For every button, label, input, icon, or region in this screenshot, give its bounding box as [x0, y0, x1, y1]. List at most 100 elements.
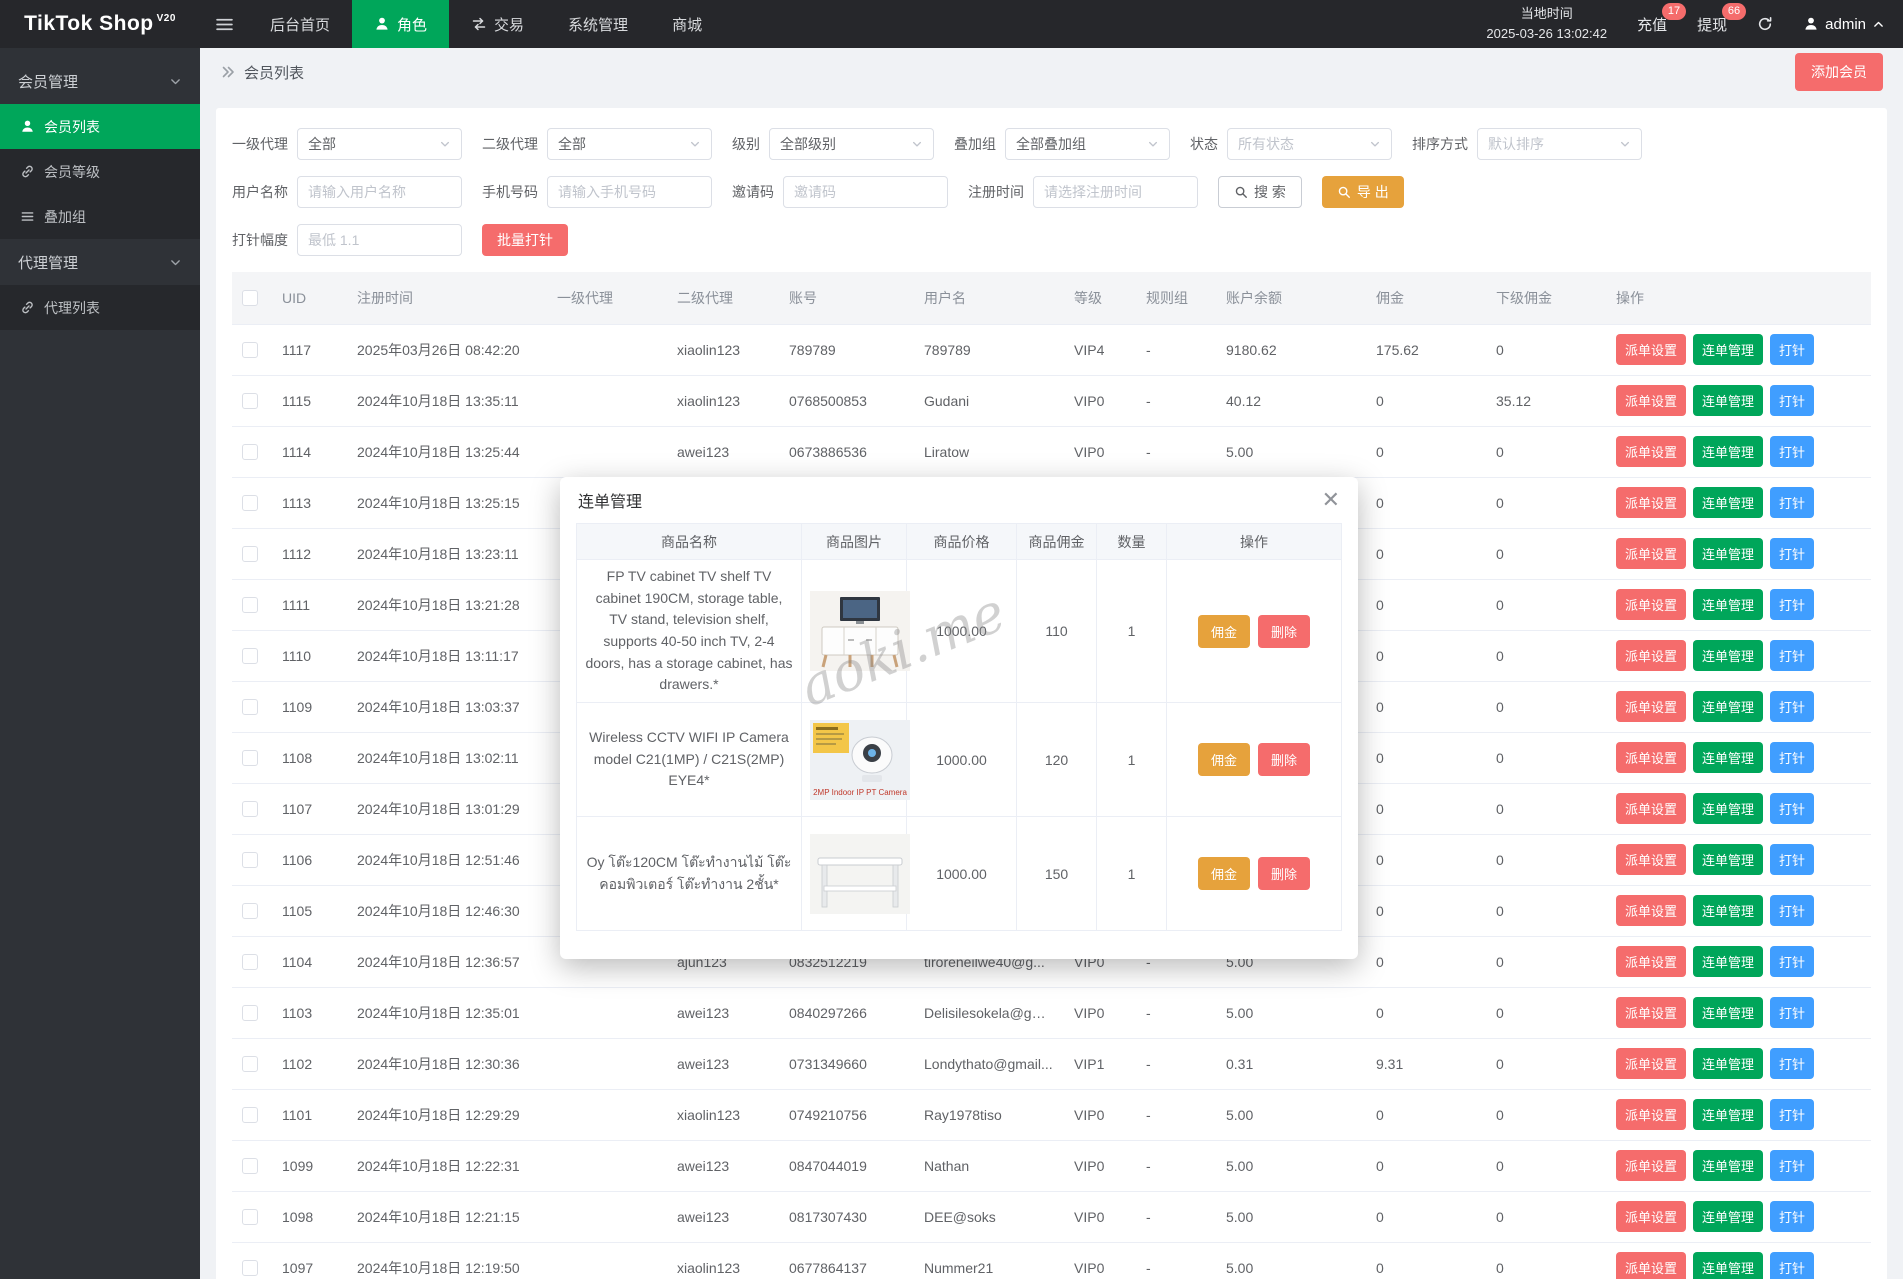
dispatch-settings-button[interactable]: 派单设置 — [1616, 742, 1686, 773]
row-checkbox[interactable] — [242, 954, 258, 970]
inject-button[interactable]: 打针 — [1770, 1099, 1814, 1130]
filter-input-reg-time[interactable] — [1033, 176, 1198, 208]
row-checkbox[interactable] — [242, 342, 258, 358]
inject-button[interactable]: 打针 — [1770, 538, 1814, 569]
filter-select-status[interactable]: 所有状态 — [1227, 128, 1392, 160]
dispatch-settings-button[interactable]: 派单设置 — [1616, 1048, 1686, 1079]
dispatch-settings-button[interactable]: 派单设置 — [1616, 589, 1686, 620]
row-checkbox[interactable] — [242, 1056, 258, 1072]
row-checkbox[interactable] — [242, 852, 258, 868]
dispatch-settings-button[interactable]: 派单设置 — [1616, 334, 1686, 365]
row-checkbox[interactable] — [242, 495, 258, 511]
dispatch-settings-button[interactable]: 派单设置 — [1616, 436, 1686, 467]
sidebar-item-agent-list[interactable]: 代理列表 — [0, 285, 200, 330]
inject-button[interactable]: 打针 — [1770, 946, 1814, 977]
chain-order-manage-button[interactable]: 连单管理 — [1693, 1150, 1763, 1181]
dispatch-settings-button[interactable]: 派单设置 — [1616, 844, 1686, 875]
select-all-checkbox[interactable] — [242, 290, 258, 306]
chain-order-manage-button[interactable]: 连单管理 — [1693, 1252, 1763, 1279]
dispatch-settings-button[interactable]: 派单设置 — [1616, 895, 1686, 926]
row-checkbox[interactable] — [242, 750, 258, 766]
search-button[interactable]: 搜 索 — [1218, 176, 1302, 208]
inject-button[interactable]: 打针 — [1770, 895, 1814, 926]
inject-button[interactable]: 打针 — [1770, 742, 1814, 773]
inject-button[interactable]: 打针 — [1770, 1252, 1814, 1279]
inject-button[interactable]: 打针 — [1770, 793, 1814, 824]
dispatch-settings-button[interactable]: 派单设置 — [1616, 793, 1686, 824]
chain-order-manage-button[interactable]: 连单管理 — [1693, 436, 1763, 467]
export-button[interactable]: 导 出 — [1322, 176, 1404, 208]
inject-button[interactable]: 打针 — [1770, 589, 1814, 620]
sidebar-collapse-button[interactable] — [200, 0, 248, 48]
topnav-item-system[interactable]: 系统管理 — [546, 0, 650, 48]
inject-button[interactable]: 打针 — [1770, 385, 1814, 416]
chain-order-manage-button[interactable]: 连单管理 — [1693, 334, 1763, 365]
row-checkbox[interactable] — [242, 597, 258, 613]
filter-select-level[interactable]: 全部级别 — [769, 128, 934, 160]
inject-button[interactable]: 打针 — [1770, 844, 1814, 875]
chain-order-manage-button[interactable]: 连单管理 — [1693, 691, 1763, 722]
chain-order-manage-button[interactable]: 连单管理 — [1693, 487, 1763, 518]
chain-order-manage-button[interactable]: 连单管理 — [1693, 946, 1763, 977]
dispatch-settings-button[interactable]: 派单设置 — [1616, 691, 1686, 722]
delete-button[interactable]: 删除 — [1258, 743, 1310, 776]
dispatch-settings-button[interactable]: 派单设置 — [1616, 538, 1686, 569]
inject-button[interactable]: 打针 — [1770, 487, 1814, 518]
row-checkbox[interactable] — [242, 1209, 258, 1225]
close-icon[interactable]: ✕ — [1322, 489, 1340, 511]
filter-select-agent-level2[interactable]: 全部 — [547, 128, 712, 160]
topnav-item-trade[interactable]: 交易 — [449, 0, 546, 48]
batch-inject-button[interactable]: 批量打针 — [482, 224, 568, 256]
chain-order-manage-button[interactable]: 连单管理 — [1693, 742, 1763, 773]
inject-button[interactable]: 打针 — [1770, 1201, 1814, 1232]
filter-input-username[interactable] — [297, 176, 462, 208]
sidebar-item-overlay-group[interactable]: 叠加组 — [0, 194, 200, 239]
dispatch-settings-button[interactable]: 派单设置 — [1616, 946, 1686, 977]
filter-input-phone[interactable] — [547, 176, 712, 208]
chain-order-manage-button[interactable]: 连单管理 — [1693, 385, 1763, 416]
chain-order-manage-button[interactable]: 连单管理 — [1693, 895, 1763, 926]
sidebar-item-member-list[interactable]: 会员列表 — [0, 104, 200, 149]
commission-button[interactable]: 佣金 — [1198, 615, 1250, 648]
filter-select-agent-level1[interactable]: 全部 — [297, 128, 462, 160]
inject-button[interactable]: 打针 — [1770, 334, 1814, 365]
dispatch-settings-button[interactable]: 派单设置 — [1616, 997, 1686, 1028]
sidebar-group-member-management[interactable]: 会员管理 — [0, 58, 200, 104]
add-member-button[interactable]: 添加会员 — [1795, 53, 1883, 91]
row-checkbox[interactable] — [242, 648, 258, 664]
dispatch-settings-button[interactable]: 派单设置 — [1616, 1201, 1686, 1232]
chain-order-manage-button[interactable]: 连单管理 — [1693, 997, 1763, 1028]
topnav-item-mall[interactable]: 商城 — [650, 0, 724, 48]
dispatch-settings-button[interactable]: 派单设置 — [1616, 1150, 1686, 1181]
chain-order-manage-button[interactable]: 连单管理 — [1693, 1099, 1763, 1130]
inject-range-input[interactable] — [297, 224, 462, 256]
commission-button[interactable]: 佣金 — [1198, 857, 1250, 890]
delete-button[interactable]: 删除 — [1258, 857, 1310, 890]
row-checkbox[interactable] — [242, 1107, 258, 1123]
dispatch-settings-button[interactable]: 派单设置 — [1616, 1099, 1686, 1130]
dispatch-settings-button[interactable]: 派单设置 — [1616, 487, 1686, 518]
dispatch-settings-button[interactable]: 派单设置 — [1616, 1252, 1686, 1279]
inject-button[interactable]: 打针 — [1770, 640, 1814, 671]
sidebar-group-agent-management[interactable]: 代理管理 — [0, 239, 200, 285]
row-checkbox[interactable] — [242, 1005, 258, 1021]
inject-button[interactable]: 打针 — [1770, 997, 1814, 1028]
user-menu[interactable]: admin — [1803, 16, 1885, 33]
row-checkbox[interactable] — [242, 801, 258, 817]
sidebar-item-member-level[interactable]: 会员等级 — [0, 149, 200, 194]
row-checkbox[interactable] — [242, 444, 258, 460]
row-checkbox[interactable] — [242, 393, 258, 409]
commission-button[interactable]: 佣金 — [1198, 743, 1250, 776]
row-checkbox[interactable] — [242, 546, 258, 562]
filter-select-sort[interactable]: 默认排序 — [1477, 128, 1642, 160]
dispatch-settings-button[interactable]: 派单设置 — [1616, 385, 1686, 416]
chain-order-manage-button[interactable]: 连单管理 — [1693, 844, 1763, 875]
inject-button[interactable]: 打针 — [1770, 1150, 1814, 1181]
delete-button[interactable]: 删除 — [1258, 615, 1310, 648]
topnav-item-roles[interactable]: 角色 — [352, 0, 449, 48]
withdraw-link[interactable]: 提现 66 — [1697, 14, 1727, 35]
filter-input-invite-code[interactable] — [783, 176, 948, 208]
refresh-button[interactable] — [1757, 16, 1773, 32]
chain-order-manage-button[interactable]: 连单管理 — [1693, 640, 1763, 671]
row-checkbox[interactable] — [242, 1158, 258, 1174]
